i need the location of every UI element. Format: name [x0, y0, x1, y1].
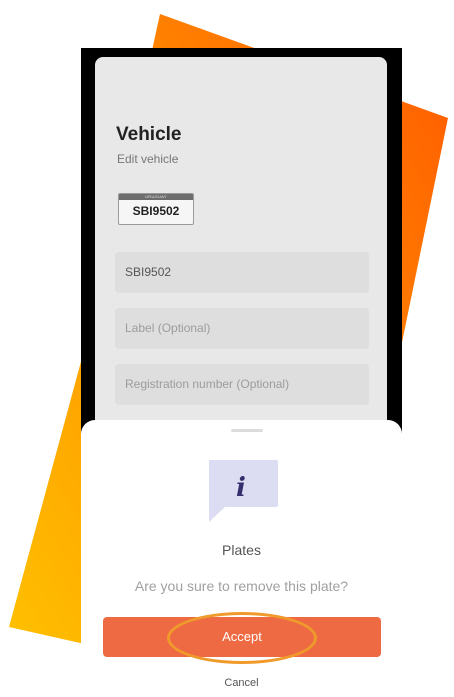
registration-number-field[interactable]: Registration number (Optional)	[115, 364, 369, 405]
sheet-drag-handle[interactable]	[231, 429, 263, 432]
info-glyph: i	[236, 473, 246, 503]
dialog-title: Plates	[222, 542, 261, 558]
cancel-button[interactable]: Cancel	[81, 677, 402, 689]
plate-number-field[interactable]: SBI9502	[115, 252, 369, 293]
label-field[interactable]: Label (Optional)	[115, 308, 369, 349]
plate-number-text: SBI9502	[132, 204, 180, 218]
accept-button[interactable]: Accept	[103, 617, 381, 657]
license-plate-preview: URUGUAY SBI9502	[118, 193, 194, 225]
page-title: Vehicle	[116, 124, 182, 145]
dialog-message: Are you sure to remove this plate?	[134, 578, 349, 594]
screenshot-stage: Vehicle Edit vehicle URUGUAY SBI9502 SBI…	[0, 0, 454, 697]
page-subtitle: Edit vehicle	[117, 152, 179, 166]
info-icon: i	[209, 460, 278, 522]
